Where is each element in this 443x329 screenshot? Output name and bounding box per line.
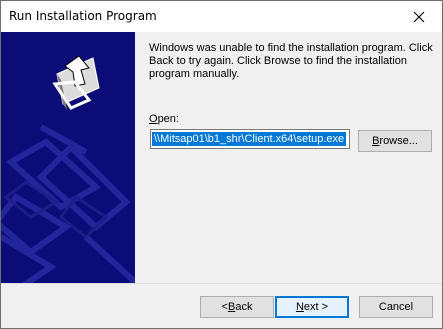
open-path-value: \\Mitsap01\b1_shr\Client.x64\setup.exe bbox=[152, 132, 347, 146]
window-title: Run Installation Program bbox=[9, 9, 157, 23]
setup-wizard-icon bbox=[52, 55, 100, 110]
open-label: Open: bbox=[149, 113, 179, 125]
wizard-banner bbox=[1, 32, 135, 283]
browse-button[interactable]: Browse... bbox=[358, 130, 432, 152]
close-icon bbox=[413, 11, 425, 22]
error-message: Windows was unable to find the installat… bbox=[149, 42, 433, 80]
dialog-footer: < Back Next > Cancel bbox=[1, 283, 442, 328]
close-button[interactable] bbox=[396, 1, 442, 32]
title-bar: Run Installation Program bbox=[1, 1, 442, 32]
dialog-content: Windows was unable to find the installat… bbox=[135, 32, 442, 283]
open-path-input[interactable]: \\Mitsap01\b1_shr\Client.x64\setup.exe bbox=[150, 129, 350, 149]
banner-pattern bbox=[1, 55, 135, 283]
next-button[interactable]: Next > bbox=[275, 296, 349, 318]
cancel-button[interactable]: Cancel bbox=[359, 296, 433, 318]
back-button[interactable]: < Back bbox=[200, 296, 274, 318]
run-installation-dialog: Run Installation Program Windows was una… bbox=[0, 0, 443, 329]
